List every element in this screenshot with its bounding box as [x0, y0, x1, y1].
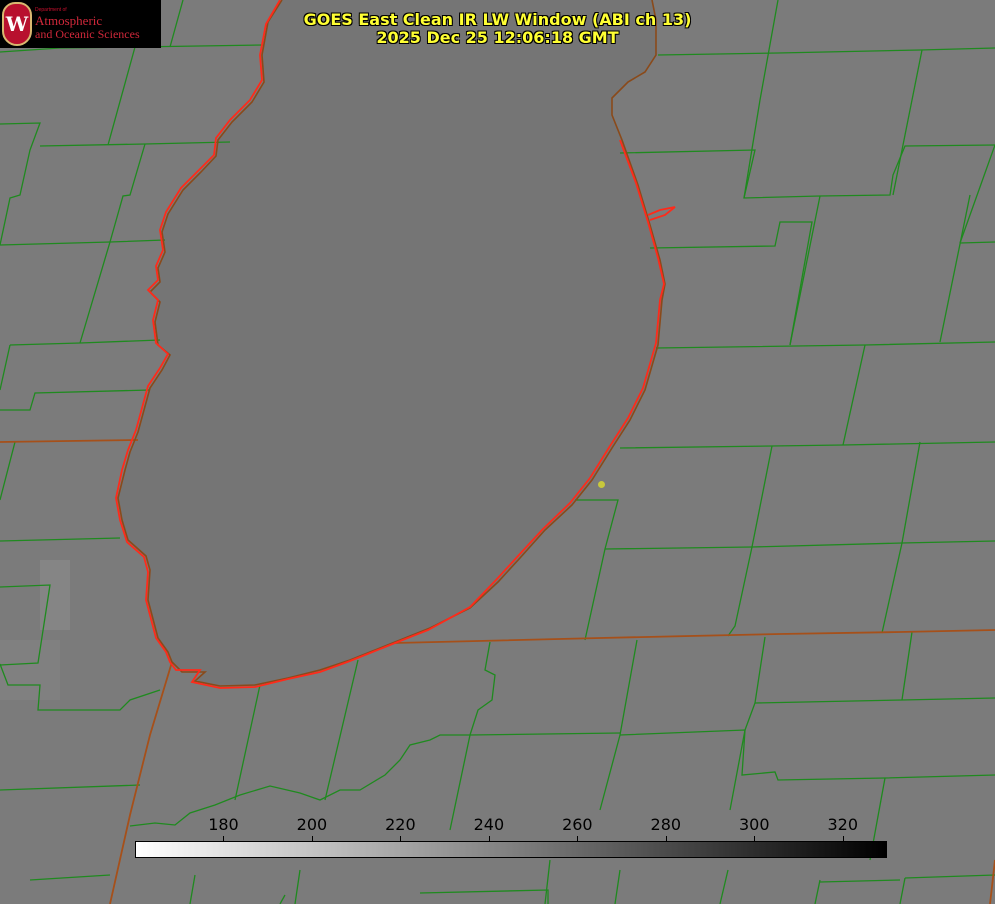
colorbar-tick-label: 180 [208, 815, 239, 834]
colorbar-tick-label: 280 [650, 815, 682, 834]
warm-patch [0, 640, 60, 700]
colorbar-tick-label: 260 [562, 815, 593, 834]
location-marker [598, 481, 605, 488]
title-timestamp: 2025 Dec 25 12:06:18 GMT [376, 28, 619, 47]
title-line-1: GOES East Clean IR LW Window (ABI ch 13) [303, 10, 692, 29]
satellite-map [0, 0, 995, 904]
image-title: GOES East Clean IR LW Window (ABI ch 13)… [0, 11, 995, 47]
colorbar-tick-label: 300 [739, 815, 770, 834]
colorbar-tick-label: 220 [385, 815, 416, 834]
temperature-colorbar [135, 841, 887, 858]
colorbar-tick-label: 320 [827, 815, 859, 834]
colorbar-tick-label: 240 [473, 815, 505, 834]
colorbar-tick-label: 200 [296, 815, 328, 834]
